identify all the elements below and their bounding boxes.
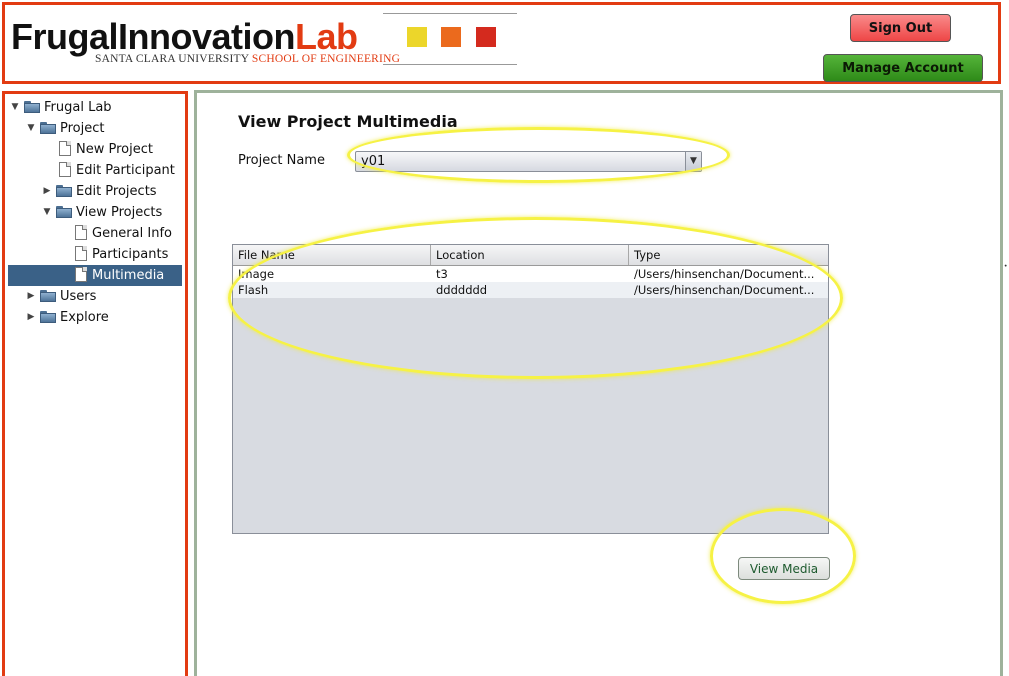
tree-item-label: Users [60, 289, 97, 304]
cell-location: t3 [436, 267, 448, 281]
page-title: View Project Multimedia [238, 112, 458, 131]
expand-arrow-icon[interactable]: ▼ [10, 97, 20, 118]
edge-fragment: · [1003, 258, 1009, 275]
tree-item-label: View Projects [76, 205, 163, 220]
page-icon [75, 246, 87, 261]
table-row[interactable]: Image t3 /Users/hinsenchan/Document... [233, 266, 828, 282]
tree-item-view-projects[interactable]: ▼ View Projects [8, 202, 182, 223]
multimedia-table[interactable]: File Name Location Type Image t3 /Users/… [232, 244, 829, 534]
page-icon [75, 225, 87, 240]
tree-item-explore[interactable]: ▶ Explore [8, 307, 182, 328]
column-header-type[interactable]: Type [629, 245, 828, 265]
tree-item-general-info[interactable]: General Info [8, 223, 182, 244]
folder-icon [56, 206, 72, 218]
table-header: File Name Location Type [233, 245, 828, 266]
project-select-value: y01 [361, 154, 386, 169]
tree-item-edit-projects[interactable]: ▶ Edit Projects [8, 181, 182, 202]
logo-word-accent: Lab [295, 16, 358, 57]
tree-item-label: Project [60, 121, 105, 136]
tree-item-label: New Project [76, 142, 153, 157]
tree-item-project[interactable]: ▼ Project [8, 118, 182, 139]
collapse-arrow-icon[interactable]: ▶ [26, 307, 36, 328]
expand-arrow-icon[interactable]: ▼ [26, 118, 36, 139]
collapse-arrow-icon[interactable]: ▶ [42, 181, 52, 202]
page-icon [59, 141, 71, 156]
logo-sub-accent: SCHOOL OF ENGINEERING [251, 53, 401, 65]
table-row[interactable]: Flash ddddddd /Users/hinsenchan/Document… [233, 282, 828, 298]
cell-type: /Users/hinsenchan/Document... [634, 267, 815, 281]
main-panel: View Project Multimedia Project Name y01… [194, 90, 1003, 676]
tree-item-label: Participants [92, 247, 169, 262]
folder-icon [40, 122, 56, 134]
page-icon [75, 267, 87, 282]
red-square [476, 27, 496, 47]
logo-word-main: FrugalInnovation [11, 16, 296, 57]
cell-file-name: Flash [238, 283, 269, 297]
tree-item-new-project[interactable]: New Project [8, 139, 182, 160]
tree-item-frugal-lab[interactable]: ▼ Frugal Lab [8, 97, 182, 118]
tree-item-label: Edit Participant [76, 163, 175, 178]
brand-color-squares [383, 13, 517, 65]
dropdown-arrow-icon[interactable]: ▼ [685, 152, 701, 171]
orange-square [441, 27, 461, 47]
cell-file-name: Image [238, 267, 275, 281]
app-header: FrugalInnovationLab SANTA CLARA UNIVERSI… [2, 2, 1001, 84]
folder-icon [40, 290, 56, 302]
navigation-tree: ▼ Frugal Lab ▼ Project New Project Edit … [2, 91, 188, 676]
expand-arrow-icon[interactable]: ▼ [42, 202, 52, 223]
tree-item-label: Frugal Lab [44, 100, 112, 115]
sign-out-button[interactable]: Sign Out [850, 14, 951, 42]
project-name-label: Project Name [238, 153, 325, 168]
folder-icon [56, 185, 72, 197]
cell-type: /Users/hinsenchan/Document... [634, 283, 815, 297]
cell-location: ddddddd [436, 283, 488, 297]
tree-item-participants[interactable]: Participants [8, 244, 182, 265]
yellow-square [407, 27, 427, 47]
column-header-location[interactable]: Location [431, 245, 629, 265]
tree-item-users[interactable]: ▶ Users [8, 286, 182, 307]
folder-icon [40, 311, 56, 323]
tree-item-label: Explore [60, 310, 109, 325]
column-header-file-name[interactable]: File Name [233, 245, 431, 265]
tree-item-label: General Info [92, 226, 172, 241]
project-name-select[interactable]: y01 ▼ [355, 151, 702, 172]
logo-sub-main: SANTA CLARA UNIVERSITY [95, 53, 249, 65]
manage-account-button[interactable]: Manage Account [823, 54, 983, 82]
tree-item-edit-participant[interactable]: Edit Participant [8, 160, 182, 181]
view-media-button[interactable]: View Media [738, 557, 830, 580]
collapse-arrow-icon[interactable]: ▶ [26, 286, 36, 307]
tree-item-label: Edit Projects [76, 184, 157, 199]
folder-icon [24, 101, 40, 113]
tree-item-multimedia[interactable]: Multimedia [8, 265, 182, 286]
tree-item-label: Multimedia [92, 268, 165, 283]
page-icon [59, 162, 71, 177]
frugal-innovation-lab-logo: FrugalInnovationLab SANTA CLARA UNIVERSI… [11, 16, 401, 66]
